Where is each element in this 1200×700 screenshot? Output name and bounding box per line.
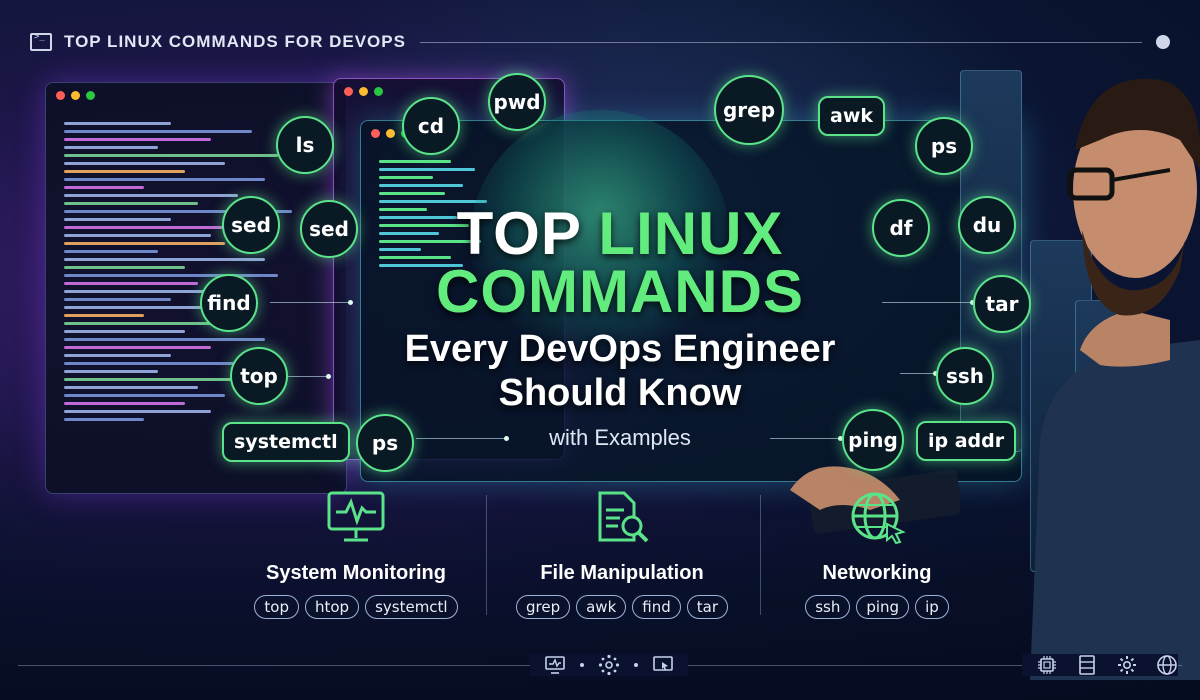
cmd-ip-addr[interactable]: ip addr (916, 421, 1017, 461)
headline-linux: LINUX (598, 200, 784, 267)
engineer-illustration (1030, 78, 1200, 680)
category-divider (486, 495, 487, 615)
window-controls (56, 91, 95, 100)
category-title: File Manipulation (540, 562, 704, 584)
cmd-systemctl[interactable]: systemctl (222, 422, 350, 462)
connector-line (900, 371, 938, 376)
category-networking: Networking ssh ping ip (757, 490, 997, 619)
bottom-center-icons (530, 654, 688, 676)
headline-line4: Should Know (498, 372, 742, 414)
headline-line2: COMMANDS (370, 262, 870, 322)
connector-line (882, 300, 975, 305)
cmd-find[interactable]: find (200, 274, 258, 332)
cmd-sed-b[interactable]: sed (300, 200, 358, 258)
headline-line1: TOP LINUX (370, 204, 870, 264)
cmd-ssh[interactable]: ssh (936, 347, 994, 405)
tag: grep (516, 595, 571, 619)
category-title: System Monitoring (265, 562, 446, 584)
headline-top: TOP (456, 200, 581, 267)
monitor-pulse-icon (327, 491, 385, 542)
top-title: TOP LINUX COMMANDS FOR DEVOPS (64, 32, 406, 51)
category-file-manipulation: File Manipulation grep awk find tar (502, 490, 742, 619)
connector-line (288, 374, 331, 379)
dot-separator (580, 663, 584, 667)
tag: htop (304, 595, 360, 619)
cmd-awk[interactable]: awk (818, 96, 886, 136)
cmd-du[interactable]: du (958, 196, 1016, 254)
server-icon (1079, 655, 1095, 675)
tag: ping (856, 595, 910, 619)
window-controls (344, 87, 383, 96)
dot-separator (634, 663, 638, 667)
headline-subtitle: with Examples (549, 425, 691, 450)
cmd-df[interactable]: df (872, 199, 930, 257)
tag-list: grep awk find tar (502, 595, 742, 619)
gear-icon (1118, 656, 1136, 674)
cmd-tar[interactable]: tar (973, 275, 1031, 333)
cursor-window-icon (653, 656, 673, 671)
category-title: Networking (822, 562, 932, 584)
tag: ssh (805, 595, 851, 619)
headline-line3: Every DevOps Engineer (404, 328, 836, 370)
tag: top (254, 595, 299, 619)
cmd-ps-right[interactable]: ps (915, 117, 973, 175)
tag: ip (915, 595, 949, 619)
tag: tar (686, 595, 728, 619)
connector-line (270, 300, 353, 305)
cmd-grep[interactable]: grep (714, 75, 784, 145)
terminal-icon (30, 32, 52, 51)
bottom-right-icons (1022, 654, 1178, 676)
headline: TOP LINUX COMMANDS Every DevOps Engineer… (370, 204, 870, 451)
globe-icon (1157, 655, 1177, 675)
tag: find (632, 595, 681, 619)
cmd-ls[interactable]: ls (276, 116, 334, 174)
globe-cursor-icon (851, 492, 906, 545)
tag: systemctl (365, 595, 458, 619)
tag-list: top htop systemctl (236, 595, 476, 619)
monitor-icon (545, 656, 565, 674)
category-system-monitoring: System Monitoring top htop systemctl (236, 490, 476, 619)
cmd-pwd[interactable]: pwd (488, 73, 546, 131)
cmd-cd[interactable]: cd (402, 97, 460, 155)
headline-commands: COMMANDS (436, 258, 804, 325)
document-search-icon (598, 491, 649, 543)
tag-list: ssh ping ip (757, 595, 997, 619)
cmd-sed-a[interactable]: sed (222, 196, 280, 254)
cmd-top[interactable]: top (230, 347, 288, 405)
tag: awk (576, 595, 627, 619)
network-icon (598, 654, 620, 676)
chip-icon (1038, 656, 1056, 674)
